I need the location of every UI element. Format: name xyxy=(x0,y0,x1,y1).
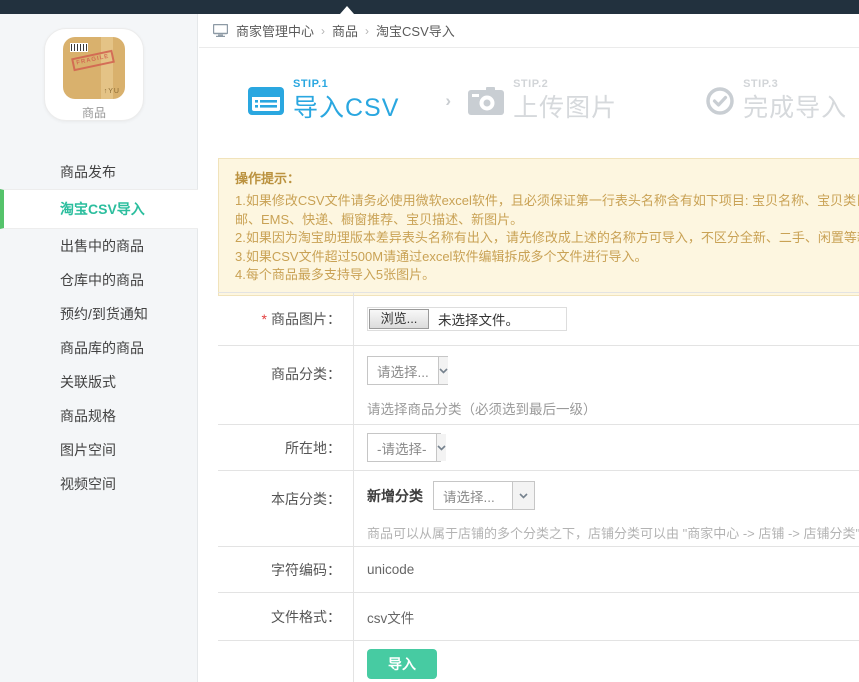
browse-button[interactable]: 浏览... xyxy=(369,309,429,329)
no-file-selected-text: 未选择文件。 xyxy=(438,309,519,329)
product-image-label: * 商品图片： xyxy=(218,293,354,345)
sidebar-item-product-library[interactable]: 商品库的商品 xyxy=(0,331,198,365)
form-row-submit: 导入 xyxy=(218,641,859,682)
sidebar-item-linked-layout[interactable]: 关联版式 xyxy=(0,365,198,399)
breadcrumb-product[interactable]: 商品 xyxy=(332,21,358,40)
step-1-import-csv: STIP.1 导入CSV xyxy=(248,78,399,124)
location-label: 所在地： xyxy=(218,425,354,470)
product-category-label: 商品分类： xyxy=(218,346,354,424)
location-select[interactable]: -请选择- xyxy=(367,433,441,462)
required-mark: * xyxy=(262,311,267,327)
step-2-upload-images: STIP.2 上传图片 xyxy=(468,78,617,124)
breadcrumb-separator: › xyxy=(365,24,369,38)
sidebar-item-publish[interactable]: 商品发布 xyxy=(0,155,198,189)
import-button[interactable]: 导入 xyxy=(367,649,437,679)
product-module-card[interactable]: FRAGILE ↑YU 商品 xyxy=(44,28,144,121)
chevron-down-icon xyxy=(436,434,446,461)
package-box-icon: FRAGILE ↑YU xyxy=(63,37,125,99)
step-1-label: 导入CSV xyxy=(293,88,399,124)
breadcrumb: 商家管理中心 › 商品 › 淘宝CSV导入 xyxy=(199,14,859,48)
topbar-notch xyxy=(340,6,354,14)
breadcrumb-separator: › xyxy=(321,24,325,38)
tip-line-1: 1.如果修改CSV文件请务必使用微软excel软件，且必须保证第一行表头名称含有… xyxy=(235,192,859,211)
step-separator-icon: › xyxy=(445,91,451,111)
camera-icon xyxy=(468,87,504,115)
fragile-marks: ↑YU xyxy=(104,88,120,95)
check-circle-icon xyxy=(706,87,734,115)
add-category-link[interactable]: 新增分类 xyxy=(367,486,423,506)
sidebar-item-on-sale[interactable]: 出售中的商品 xyxy=(0,229,198,263)
shop-category-label: 本店分类： xyxy=(218,471,354,546)
step-3-label: 完成导入 xyxy=(743,88,847,124)
tips-title: 操作提示： xyxy=(235,168,859,187)
sidebar-menu: 商品发布 淘宝CSV导入 出售中的商品 仓库中的商品 预约/到货通知 商品库的商… xyxy=(0,155,198,501)
sidebar: FRAGILE ↑YU 商品 商品发布 淘宝CSV导入 出售中的商品 仓库中的商… xyxy=(0,14,198,682)
chevron-down-icon xyxy=(512,482,534,509)
tip-line-1-continued: 邮、EMS、快递、橱窗推荐、宝贝描述、新图片。 xyxy=(235,211,859,230)
file-format-value: csv文件 xyxy=(367,607,859,627)
sidebar-item-video-space[interactable]: 视频空间 xyxy=(0,467,198,501)
chevron-down-icon xyxy=(438,357,448,384)
form-row-product-category: 商品分类： 请选择... 请选择商品分类（必须选到最后一级） xyxy=(218,346,859,425)
tip-line-2: 2.如果因为淘宝助理版本差异表头名称有出入，请先修改成上述的名称方可导入，不区分… xyxy=(235,229,859,248)
form-row-product-image: * 商品图片： 浏览... 未选择文件。 xyxy=(218,293,859,346)
monitor-icon xyxy=(213,24,228,37)
form-row-shop-category: 本店分类： 新增分类 请选择... 商品可以从属于店铺的多个分类之下，店铺分类可… xyxy=(218,471,859,547)
product-category-hint: 请选择商品分类（必须选到最后一级） xyxy=(367,398,859,418)
sidebar-item-in-warehouse[interactable]: 仓库中的商品 xyxy=(0,263,198,297)
encoding-value: unicode xyxy=(367,562,859,577)
step-2-label: 上传图片 xyxy=(513,88,617,124)
breadcrumb-current-page: 淘宝CSV导入 xyxy=(376,21,455,40)
sidebar-item-image-space[interactable]: 图片空间 xyxy=(0,433,198,467)
csv-list-icon xyxy=(248,87,284,115)
operation-tips-box: 操作提示： 1.如果修改CSV文件请务必使用微软excel软件，且必须保证第一行… xyxy=(218,158,859,296)
file-input[interactable]: 浏览... 未选择文件。 xyxy=(367,307,567,331)
tip-line-3: 3.如果CSV文件超过500M请通过excel软件编辑拆成多个文件进行导入。 xyxy=(235,248,859,267)
sidebar-item-product-spec[interactable]: 商品规格 xyxy=(0,399,198,433)
product-category-select[interactable]: 请选择... xyxy=(367,356,448,385)
page: FRAGILE ↑YU 商品 商品发布 淘宝CSV导入 出售中的商品 仓库中的商… xyxy=(0,0,859,682)
barcode-icon xyxy=(70,43,88,52)
breadcrumb-merchant-center[interactable]: 商家管理中心 xyxy=(236,21,314,40)
form-row-location: 所在地： -请选择- xyxy=(218,425,859,471)
shop-category-select[interactable]: 请选择... xyxy=(433,481,535,510)
tip-line-4: 4.每个商品最多支持导入5张图片。 xyxy=(235,266,859,285)
top-bar xyxy=(0,0,859,14)
sidebar-item-taobao-csv-import[interactable]: 淘宝CSV导入 xyxy=(0,189,198,229)
sidebar-item-arrival-notice[interactable]: 预约/到货通知 xyxy=(0,297,198,331)
step-indicator: STIP.1 导入CSV › STIP.2 上传图片 xyxy=(199,48,859,154)
shop-category-hint: 商品可以从属于店铺的多个分类之下，店铺分类可以由 "商家中心 -> 店铺 -> … xyxy=(367,523,859,542)
main-content: 商家管理中心 › 商品 › 淘宝CSV导入 STIP.1 导入CSV xyxy=(199,14,859,682)
form-row-encoding: 字符编码： unicode xyxy=(218,547,859,593)
import-form: * 商品图片： 浏览... 未选择文件。 商品分类： 请选择... xyxy=(218,292,859,682)
file-format-label: 文件格式： xyxy=(218,593,354,640)
submit-label-spacer xyxy=(218,641,354,682)
step-3-finish-import: STIP.3 完成导入 xyxy=(706,78,847,124)
encoding-label: 字符编码： xyxy=(218,547,354,592)
module-label: 商品 xyxy=(45,104,143,121)
form-row-file-format: 文件格式： csv文件 xyxy=(218,593,859,641)
